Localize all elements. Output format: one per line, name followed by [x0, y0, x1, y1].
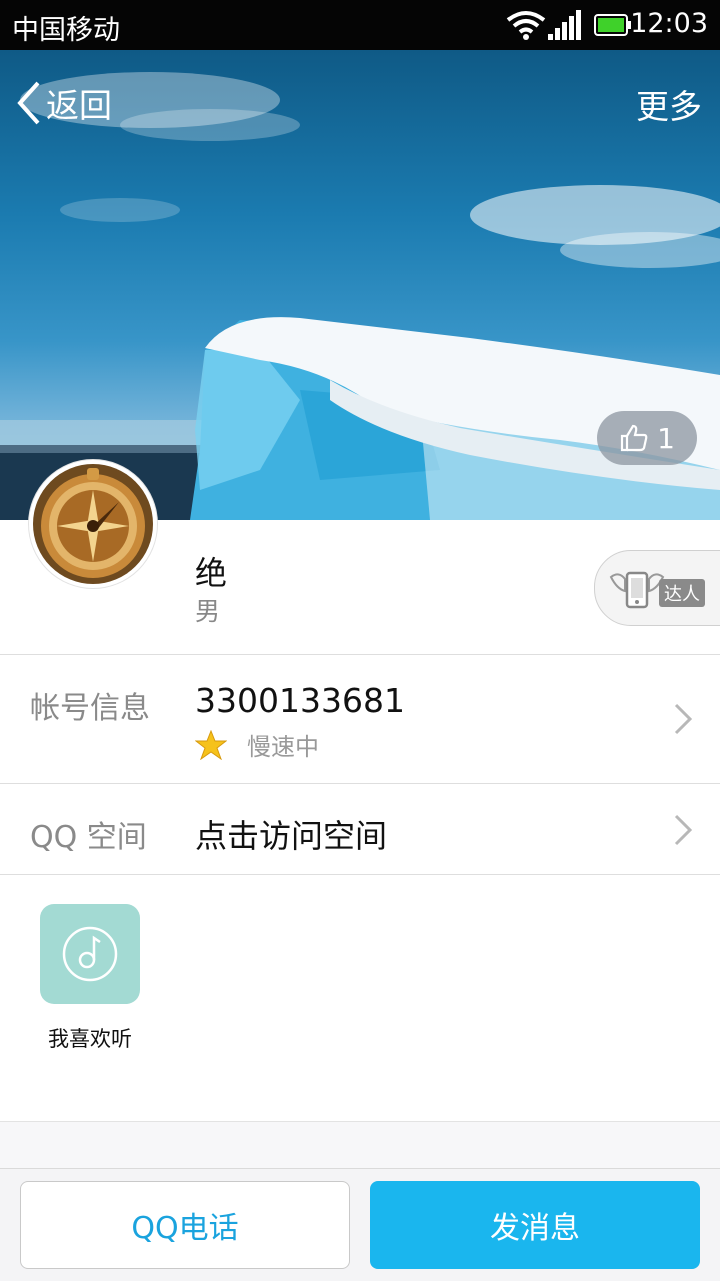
qq-call-button[interactable]: QQ电话	[20, 1181, 350, 1269]
qq-number: 3300133681	[195, 681, 405, 720]
music-note-icon	[62, 926, 118, 982]
compass-icon	[33, 464, 153, 584]
cover-image: 返回 更多 1	[0, 50, 720, 520]
send-message-button[interactable]: 发消息	[370, 1181, 700, 1269]
like-count: 1	[657, 421, 675, 455]
chevron-right-icon	[674, 703, 692, 735]
badge-label: 达人	[659, 579, 705, 607]
bottom-action-bar: QQ电话 发消息	[0, 1168, 720, 1281]
account-info-row[interactable]: 帐号信息 3300133681 慢速中	[0, 655, 720, 784]
battery-icon	[594, 14, 631, 36]
signal-icon	[548, 10, 581, 40]
nickname: 绝	[195, 554, 228, 592]
app-music-button[interactable]	[40, 904, 140, 1004]
apps-section: 我喜欢听	[0, 875, 720, 1122]
more-button[interactable]: 更多	[636, 80, 702, 128]
chevron-right-icon	[674, 814, 692, 846]
wifi-icon	[506, 11, 546, 40]
clock: 12:03	[630, 8, 708, 39]
status-bar: 中国移动 12:03	[0, 0, 720, 50]
back-label: 返回	[46, 86, 112, 125]
chevron-left-icon	[17, 81, 40, 125]
phone-wings-icon	[609, 571, 665, 609]
back-button[interactable]: 返回	[16, 78, 112, 128]
level-status: 慢速中	[195, 727, 319, 762]
qzone-link: 点击访问空间	[195, 817, 388, 855]
like-button[interactable]: 1	[597, 411, 697, 465]
carrier-name: 中国移动	[12, 15, 120, 46]
daren-badge[interactable]: 达人	[594, 550, 720, 626]
gender: 男	[195, 597, 221, 626]
qzone-label: QQ 空间	[30, 820, 147, 855]
thumbs-up-icon	[620, 424, 648, 452]
app-music-label: 我喜欢听	[48, 1027, 132, 1051]
account-label: 帐号信息	[30, 691, 150, 726]
qzone-row[interactable]: QQ 空间 点击访问空间	[0, 784, 720, 875]
avatar[interactable]	[29, 460, 157, 588]
status-text: 慢速中	[247, 733, 319, 761]
star-icon	[195, 729, 227, 760]
